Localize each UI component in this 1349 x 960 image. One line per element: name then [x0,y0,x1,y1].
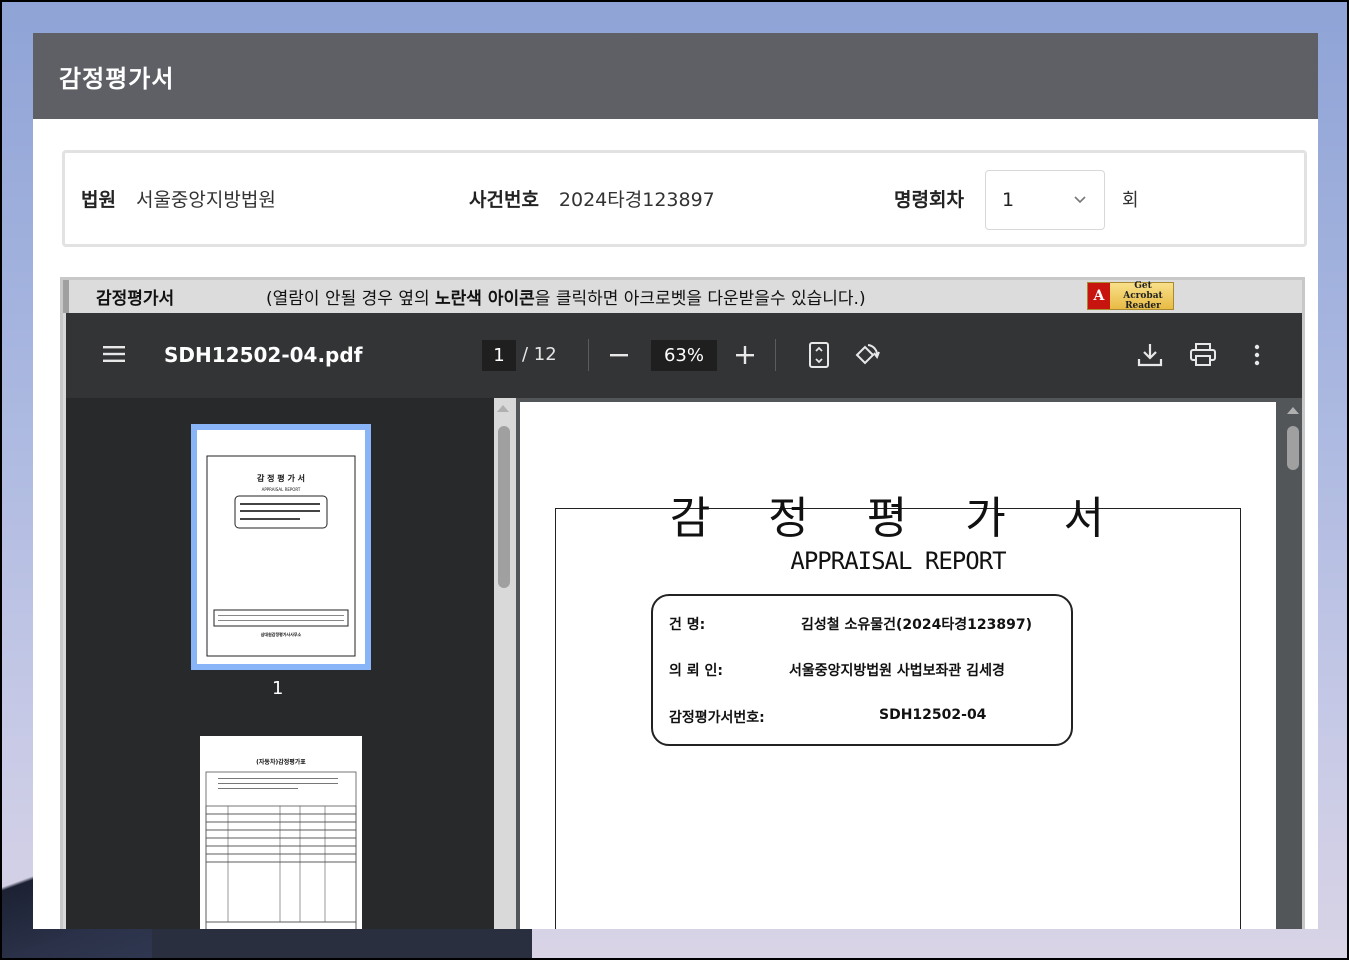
thumbnail-scrollbar-thumb[interactable] [498,426,510,588]
print-icon[interactable] [1190,343,1216,367]
page-scrollbar-thumb[interactable] [1287,426,1299,470]
toolbar-divider [588,339,589,371]
doc-row-requester: 의 뢰 인: 서울중앙지방법원 사법보좌관 김세경 [669,660,1005,680]
get-acrobat-reader-button[interactable]: A Get Acrobat Reader [1087,281,1174,311]
scroll-up-arrow-icon[interactable] [495,402,511,414]
doc-row-value: 김성철 소유물건(2024타경123897) [801,617,1033,633]
pdf-page-1: 감 정 평 가 서 APPRAISAL REPORT 건 명: 김성철 소유물건… [520,402,1276,929]
doc-row-case-name: 건 명: 김성철 소유물건(2024타경123897) [669,614,1032,634]
thumbnail-page-1-preview: 감 정 평 가 서 APPRAISAL REPORT 삼대원감정평가사사무소 [206,455,356,657]
menu-icon[interactable] [103,344,125,364]
doc-row-key: 감정평가서번호: [669,710,765,726]
thumb1-subtitle: APPRAISAL REPORT [262,487,301,492]
thumb1-footer: 삼대원감정평가사사무소 [261,631,302,637]
modal-title: 감정평가서 [59,64,175,93]
note-bold: 노란색 아이콘 [435,289,535,309]
thumbnail-page-1[interactable]: 감 정 평 가 서 APPRAISAL REPORT 삼대원감정평가사사무소 [191,424,371,670]
case-number-value: 2024타경123897 [558,189,715,211]
order-round-unit: 회 [1122,189,1139,211]
thumbnail-page-2-preview: (자동차)감정평가표 [205,758,357,929]
page-total: / 12 [522,344,557,365]
court-value: 서울중앙지방법원 [135,189,276,211]
document-summary-box: 건 명: 김성철 소유물건(2024타경123897) 의 뢰 인: 서울중앙지… [651,594,1073,746]
scroll-up-arrow-icon[interactable] [1285,404,1301,416]
document-viewer-frame: 감정평가서 (열람이 안될 경우 옆의 노란색 아이콘을 클릭하면 아크로벳을 … [60,277,1305,929]
download-icon[interactable] [1137,342,1163,368]
doc-row-report-number: 감정평가서번호: SDH12502-04 [669,707,986,727]
order-round-info: 명령회차 [894,153,964,244]
pdf-filename: SDH12502-04.pdf [164,343,363,367]
court-info: 법원 서울중앙지방법원 [81,153,276,244]
zoom-in-icon[interactable] [736,346,754,364]
thumb2-title: (자동차)감정평가표 [256,758,306,766]
thumbnail-page-2[interactable]: (자동차)감정평가표 [200,736,362,929]
note-pre: (열람이 안될 경우 옆의 [266,289,436,309]
modal-header: 감정평가서 [33,33,1318,119]
chevron-down-icon [1074,196,1086,204]
order-round-value: 1 [1002,189,1015,211]
acrobat-line1: Get Acrobat [1123,281,1163,301]
adobe-logo-icon: A [1088,283,1110,309]
doc-row-key: 건 명: [669,617,706,633]
document-title: 감 정 평 가 서 [669,493,1127,544]
case-number-label: 사건번호 [469,189,539,211]
case-number-info: 사건번호 2024타경123897 [469,153,715,244]
more-options-icon[interactable] [1253,344,1261,366]
order-round-select[interactable]: 1 [985,170,1105,230]
fit-page-icon[interactable] [808,342,830,368]
acrobat-download-note: (열람이 안될 경우 옆의 노란색 아이콘을 클릭하면 아크로벳을 다운받을수 … [266,284,866,309]
thumb1-title: 감 정 평 가 서 [257,473,305,483]
zoom-out-icon[interactable] [610,346,628,364]
appraisal-modal: 감정평가서 법원 서울중앙지방법원 사건번호 2024타경123897 명령회차… [33,33,1318,929]
viewer-info-bar: 감정평가서 (열람이 안될 경우 옆의 노란색 아이콘을 클릭하면 아크로벳을 … [63,280,1302,313]
page-number-input[interactable]: 1 [482,340,516,371]
doc-row-key: 의 뢰 인: [669,663,723,679]
viewer-bar-title: 감정평가서 [96,289,175,309]
note-post: 을 클릭하면 아크로벳을 다운받을수 있습니다.) [534,289,866,309]
order-round-label: 명령회차 [894,189,964,211]
zoom-level-input[interactable]: 63% [651,340,717,371]
acrobat-line2: Reader [1125,301,1161,311]
pdf-toolbar: SDH12502-04.pdf 1 / 12 63% [66,313,1302,398]
doc-row-value: 서울중앙지방법원 사법보좌관 김세경 [789,663,1005,679]
court-label: 법원 [81,189,116,211]
thumbnail-sidebar: 감 정 평 가 서 APPRAISAL REPORT 삼대원감정평가사사무소 1… [66,398,494,929]
case-info-box: 법원 서울중앙지방법원 사건번호 2024타경123897 명령회차 1 회 [62,150,1307,247]
rotate-icon[interactable] [852,342,880,368]
pdf-page-area: 감 정 평 가 서 APPRAISAL REPORT 건 명: 김성철 소유물건… [516,398,1302,929]
acrobat-button-text: Get Acrobat Reader [1110,281,1173,311]
toolbar-divider [775,339,776,371]
thumbnail-page-1-label: 1 [272,678,284,699]
document-subtitle: APPRAISAL REPORT [790,547,1006,575]
doc-row-value: SDH12502-04 [879,707,987,723]
